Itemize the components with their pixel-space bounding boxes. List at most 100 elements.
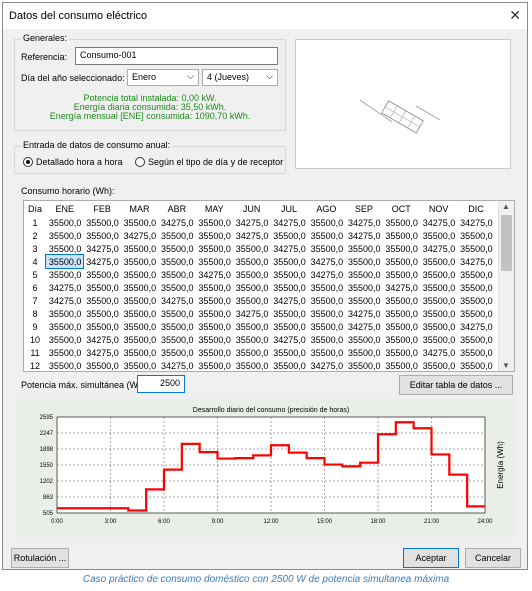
table-cell[interactable]: 35500,0 xyxy=(83,268,120,281)
table-cell[interactable]: 35500,0 xyxy=(233,346,270,359)
table-cell[interactable]: 35500,0 xyxy=(383,294,420,307)
table-cell[interactable]: 35500,0 xyxy=(233,242,270,255)
table-cell[interactable]: 34275,0 xyxy=(308,255,345,268)
table-cell[interactable]: 35500,0 xyxy=(420,307,457,320)
table-cell[interactable]: 35500,0 xyxy=(457,229,494,242)
table-cell[interactable]: 35500,0 xyxy=(121,359,158,371)
table-cell[interactable]: 34275,0 xyxy=(233,216,270,229)
table-cell[interactable]: 35500,0 xyxy=(233,281,270,294)
column-header-month[interactable]: MAY xyxy=(196,201,233,216)
table-cell[interactable]: 35500,0 xyxy=(308,229,345,242)
table-cell[interactable]: 35500,0 xyxy=(345,268,382,281)
table-cell[interactable]: 35500,0 xyxy=(270,346,307,359)
table-cell[interactable]: 35500,0 xyxy=(308,333,345,346)
row-header-day[interactable]: 12 xyxy=(24,359,46,371)
table-cell[interactable]: 35500,0 xyxy=(345,333,382,346)
table-cell[interactable]: 35500,0 xyxy=(158,320,195,333)
table-cell[interactable]: 35500,0 xyxy=(46,216,83,229)
table-cell[interactable]: 35500,0 xyxy=(457,294,494,307)
table-cell[interactable]: 35500,0 xyxy=(121,242,158,255)
table-cell[interactable]: 35500,0 xyxy=(196,359,233,371)
dia-select[interactable]: 4 (Jueves) ⌵ xyxy=(202,69,278,86)
table-cell[interactable]: 35500,0 xyxy=(196,281,233,294)
row-header-day[interactable]: 4 xyxy=(24,255,46,268)
table-cell[interactable]: 34275,0 xyxy=(83,242,120,255)
table-cell[interactable]: 34275,0 xyxy=(83,346,120,359)
table-cell[interactable]: 35500,0 xyxy=(46,229,83,242)
row-header-day[interactable]: 1 xyxy=(24,216,46,229)
table-cell[interactable]: 35500,0 xyxy=(158,333,195,346)
table-cell[interactable]: 35500,0 xyxy=(233,294,270,307)
table-cell[interactable]: 34275,0 xyxy=(121,229,158,242)
table-cell[interactable]: 35500,0 xyxy=(121,333,158,346)
table-cell[interactable]: 34275,0 xyxy=(345,307,382,320)
column-header-dia[interactable]: Día xyxy=(24,201,46,216)
table-cell[interactable]: 35500,0 xyxy=(345,346,382,359)
column-header-month[interactable]: JUN xyxy=(233,201,270,216)
table-cell[interactable]: 34275,0 xyxy=(420,242,457,255)
table-cell[interactable]: 35500,0 xyxy=(121,294,158,307)
table-cell[interactable]: 35500,0 xyxy=(270,320,307,333)
table-cell[interactable]: 35500,0 xyxy=(270,307,307,320)
table-cell[interactable]: 35500,0 xyxy=(121,307,158,320)
table-cell[interactable]: 35500,0 xyxy=(308,216,345,229)
table-cell[interactable]: 35500,0 xyxy=(308,320,345,333)
row-header-day[interactable]: 3 xyxy=(24,242,46,255)
scroll-up-icon[interactable]: ▲ xyxy=(502,202,510,211)
table-cell[interactable]: 35500,0 xyxy=(457,242,494,255)
table-cell[interactable]: 35500,0 xyxy=(308,346,345,359)
table-cell[interactable]: 35500,0 xyxy=(383,268,420,281)
table-cell[interactable]: 35500,0 xyxy=(457,268,494,281)
table-cell[interactable]: 35500,0 xyxy=(158,255,195,268)
referencia-input[interactable]: Consumo-001 xyxy=(75,47,278,65)
table-cell[interactable]: 35500,0 xyxy=(383,229,420,242)
column-header-month[interactable]: DIC xyxy=(457,201,494,216)
scrollbar-thumb[interactable] xyxy=(501,215,512,271)
column-header-month[interactable]: ABR xyxy=(158,201,195,216)
table-cell[interactable]: 35500,0 xyxy=(345,359,382,371)
rotulacion-button[interactable]: Rotulación ... xyxy=(11,548,69,568)
table-cell[interactable]: 35500,0 xyxy=(420,281,457,294)
table-cell[interactable]: 35500,0 xyxy=(158,346,195,359)
table-cell[interactable]: 35500,0 xyxy=(158,281,195,294)
table-cell[interactable]: 34275,0 xyxy=(270,294,307,307)
table-cell[interactable]: 35500,0 xyxy=(196,229,233,242)
table-cell[interactable]: 35500,0 xyxy=(383,359,420,371)
table-cell[interactable]: 35500,0 xyxy=(383,333,420,346)
consumo-table[interactable]: Día ENE FEB MAR ABR MAY JUN JUL AGO SEP OCT NOV DIC … xyxy=(23,200,515,372)
table-cell[interactable]: 35500,0 xyxy=(83,320,120,333)
column-header-month[interactable]: MAR xyxy=(121,201,158,216)
close-icon[interactable]: ✕ xyxy=(509,7,521,24)
table-cell[interactable]: 35500,0 xyxy=(196,216,233,229)
table-cell[interactable]: 35500,0 xyxy=(83,307,120,320)
row-header-day[interactable]: 10 xyxy=(24,333,46,346)
table-cell[interactable]: 35500,0 xyxy=(158,307,195,320)
table-cell[interactable]: 35500,0 xyxy=(308,242,345,255)
table-cell[interactable]: 35500,0 xyxy=(196,307,233,320)
table-cell[interactable]: 34275,0 xyxy=(270,242,307,255)
mes-select[interactable]: Enero ⌵ xyxy=(127,69,199,86)
table-cell[interactable]: 35500,0 xyxy=(83,229,120,242)
table-cell[interactable]: 35500,0 xyxy=(83,294,120,307)
table-cell[interactable]: 35500,0 xyxy=(44,254,85,269)
table-cell[interactable]: 35500,0 xyxy=(457,333,494,346)
row-header-day[interactable]: 6 xyxy=(24,281,46,294)
column-header-month[interactable]: OCT xyxy=(383,201,420,216)
column-header-month[interactable]: SEP xyxy=(345,201,382,216)
aceptar-button[interactable]: Aceptar xyxy=(403,548,459,568)
table-cell[interactable]: 35500,0 xyxy=(46,242,83,255)
table-cell[interactable]: 35500,0 xyxy=(158,242,195,255)
table-cell[interactable]: 34275,0 xyxy=(233,229,270,242)
table-cell[interactable]: 34275,0 xyxy=(457,216,494,229)
table-cell[interactable]: 34275,0 xyxy=(46,294,83,307)
table-cell[interactable]: 35500,0 xyxy=(345,255,382,268)
table-cell[interactable]: 35500,0 xyxy=(383,216,420,229)
table-cell[interactable]: 35500,0 xyxy=(83,281,120,294)
table-cell[interactable]: 35500,0 xyxy=(233,359,270,371)
table-scrollbar[interactable]: ▲ ▼ xyxy=(498,201,514,371)
table-cell[interactable]: 35500,0 xyxy=(121,320,158,333)
table-cell[interactable]: 34275,0 xyxy=(83,333,120,346)
table-cell[interactable]: 35500,0 xyxy=(121,255,158,268)
table-cell[interactable]: 34275,0 xyxy=(420,346,457,359)
table-cell[interactable]: 34275,0 xyxy=(46,281,83,294)
